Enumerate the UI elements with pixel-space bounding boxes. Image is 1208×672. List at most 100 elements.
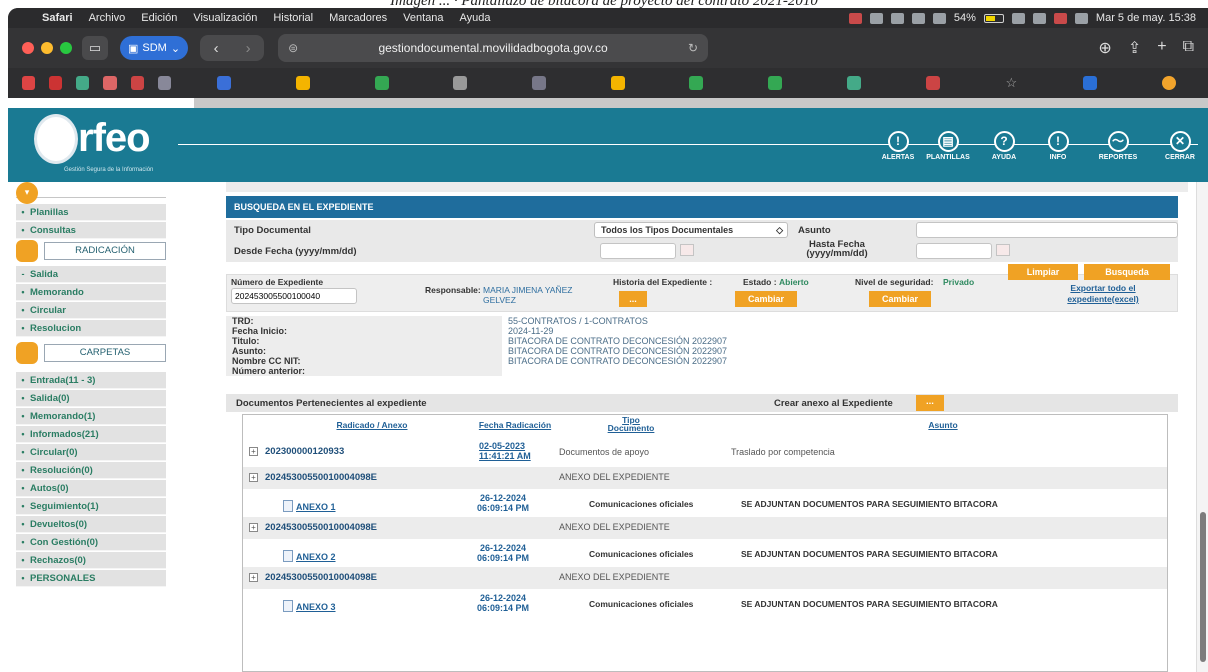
bookmark-icon[interactable] — [157, 76, 171, 90]
folder-con-gestion[interactable]: • Con Gestión(0) — [16, 534, 166, 551]
table-row[interactable]: + 20245300550010004098E ANEXO DEL EXPEDI… — [243, 467, 1167, 489]
folder-seguimiento[interactable]: • Seguimiento(1) — [16, 498, 166, 515]
folder-memorando[interactable]: • Memorando(1) — [16, 408, 166, 425]
menu-toggle-icon[interactable]: ▾ — [16, 182, 38, 204]
sidebar-item-memorando[interactable]: • Memorando — [16, 284, 166, 301]
reload-icon[interactable]: ↻ — [688, 41, 698, 55]
folder-rechazos[interactable]: • Rechazos(0) — [16, 552, 166, 569]
anexo-link[interactable]: ANEXO 1 — [283, 500, 336, 512]
calendar-icon[interactable] — [680, 244, 694, 256]
expand-icon[interactable]: + — [249, 573, 258, 582]
chrome-icon[interactable] — [76, 76, 90, 90]
clock[interactable]: Mar 5 de may. 15:38 — [1096, 12, 1196, 24]
downloads-icon[interactable]: ⊕ — [1098, 38, 1111, 58]
menu-ventana[interactable]: Ventana — [395, 12, 451, 24]
col-radicado[interactable]: Radicado / Anexo — [307, 421, 437, 430]
anexo-link[interactable]: ANEXO 3 — [283, 600, 336, 612]
asunto-input[interactable] — [916, 222, 1178, 238]
hasta-input[interactable] — [916, 243, 992, 259]
user-icon[interactable] — [1053, 12, 1067, 24]
drive-icon[interactable] — [295, 76, 310, 90]
anexo-row[interactable]: ANEXO 2 26-12-2024 06:09:14 PM Comunicac… — [243, 541, 1167, 565]
volume-icon[interactable] — [890, 12, 904, 24]
sidebar-item-salida[interactable]: - Salida — [16, 266, 166, 283]
sidebar-toggle-icon[interactable]: ▭ — [82, 36, 108, 60]
forward-icon[interactable]: › — [246, 40, 251, 57]
address-bar[interactable]: ⊜ gestiondocumental.movilidadbogota.gov.… — [278, 34, 709, 62]
orfeo-logo-icon[interactable] — [34, 114, 78, 164]
bookmark-icon[interactable] — [49, 76, 63, 90]
sidebar-item-consultas[interactable]: • Consultas — [16, 222, 166, 239]
radicado-time[interactable]: 11:41:21 AM — [479, 451, 531, 461]
tipo-documental-select[interactable]: Todos los Tipos Documentales ◇ — [594, 222, 788, 238]
bookmark-icon[interactable] — [925, 76, 940, 90]
calendar-icon[interactable] — [996, 244, 1010, 256]
folder-entrada[interactable]: • Entrada(11 - 3) — [16, 372, 166, 389]
folder-personales[interactable]: • PERSONALES — [16, 570, 166, 587]
col-tipo[interactable]: Tipo Documento — [603, 416, 659, 433]
radicado-number[interactable]: 20245300550010004098E — [265, 522, 377, 533]
zoom-window-button[interactable] — [60, 42, 72, 54]
cambiar-nivel-button[interactable]: Cambiar — [869, 291, 931, 307]
reportes-button[interactable]: 〜 REPORTES — [1090, 131, 1146, 161]
bookmark-icon[interactable] — [1083, 76, 1098, 90]
radicado-number[interactable]: 202300000120933 — [265, 446, 344, 457]
cerrar-button[interactable]: ✕ CERRAR — [1152, 131, 1208, 161]
radicado-number[interactable]: 20245300550010004098E — [265, 472, 377, 483]
numero-expediente-input[interactable]: 202453005500100040 — [231, 288, 357, 304]
menu-ayuda[interactable]: Ayuda — [452, 12, 499, 24]
bookmark-icon[interactable] — [217, 76, 232, 90]
bookmark-icon[interactable] — [103, 76, 117, 90]
cloud-icon[interactable] — [911, 12, 925, 24]
close-window-button[interactable] — [22, 42, 34, 54]
col-asunto[interactable]: Asunto — [903, 421, 983, 430]
menu-historial[interactable]: Historial — [265, 12, 321, 24]
ayuda-button[interactable]: ? AYUDA — [976, 131, 1032, 161]
minimize-window-button[interactable] — [41, 42, 53, 54]
bookmark-icon[interactable] — [531, 76, 546, 90]
anexo-link[interactable]: ANEXO 2 — [283, 550, 336, 562]
folder-salida[interactable]: • Salida(0) — [16, 390, 166, 407]
busqueda-button[interactable]: Busqueda — [1084, 264, 1170, 280]
tabs-overview-icon[interactable]: ⧉ — [1183, 38, 1194, 58]
exportar-link[interactable]: Exportar todo el expediente(excel) — [1047, 283, 1159, 305]
crear-anexo-button[interactable]: ... — [916, 395, 944, 411]
sidebar-item-planillas[interactable]: • Planillas — [16, 204, 166, 221]
folder-informados[interactable]: • Informados(21) — [16, 426, 166, 443]
search-icon[interactable] — [1032, 12, 1046, 24]
menu-marcadores[interactable]: Marcadores — [321, 12, 395, 24]
back-icon[interactable]: ‹ — [214, 40, 219, 57]
plantillas-button[interactable]: ▤ PLANTILLAS — [920, 131, 976, 161]
menu-visualizacion[interactable]: Visualización — [185, 12, 265, 24]
cambiar-estado-button[interactable]: Cambiar — [735, 291, 797, 307]
dropbox-icon[interactable] — [869, 12, 883, 24]
sidebar-item-resolucion[interactable]: • Resolucion — [16, 320, 166, 337]
sheets-icon[interactable] — [689, 76, 704, 90]
historia-button[interactable]: ... — [619, 291, 647, 307]
menu-edicion[interactable]: Edición — [133, 12, 185, 24]
folder-devueltos[interactable]: • Devueltos(0) — [16, 516, 166, 533]
expand-icon[interactable]: + — [249, 447, 258, 456]
desde-input[interactable] — [600, 243, 676, 259]
table-row[interactable]: + 202300000120933 02-05-2023 11:41:21 AM… — [243, 437, 1167, 465]
privacy-icon[interactable]: ⊜ — [288, 41, 298, 55]
control-center-icon[interactable] — [1074, 12, 1088, 24]
radicado-date[interactable]: 02-05-2023 — [479, 441, 525, 451]
table-row[interactable]: + 20245300550010004098E ANEXO DEL EXPEDI… — [243, 517, 1167, 539]
expand-icon[interactable]: + — [249, 523, 258, 532]
bluetooth-icon[interactable] — [932, 12, 946, 24]
bookmark-icon[interactable] — [130, 76, 144, 90]
table-row[interactable]: + 20245300550010004098E ANEXO DEL EXPEDI… — [243, 567, 1167, 589]
pdf-icon[interactable] — [848, 12, 862, 24]
limpiar-button[interactable]: Limpiar — [1008, 264, 1078, 280]
chrome-icon[interactable] — [846, 76, 861, 90]
section-carpetas[interactable]: CARPETAS — [16, 342, 166, 364]
menu-app[interactable]: Safari — [34, 12, 81, 24]
section-radicacion[interactable]: RADICACIÓN — [16, 240, 166, 262]
menu-archivo[interactable]: Archivo — [81, 12, 134, 24]
expand-icon[interactable]: + — [249, 473, 258, 482]
bookmark-icon[interactable] — [1161, 76, 1176, 90]
scroll-thumb[interactable] — [1200, 512, 1206, 662]
share-icon[interactable]: ⇪ — [1128, 38, 1141, 58]
sidebar-item-circular[interactable]: • Circular — [16, 302, 166, 319]
